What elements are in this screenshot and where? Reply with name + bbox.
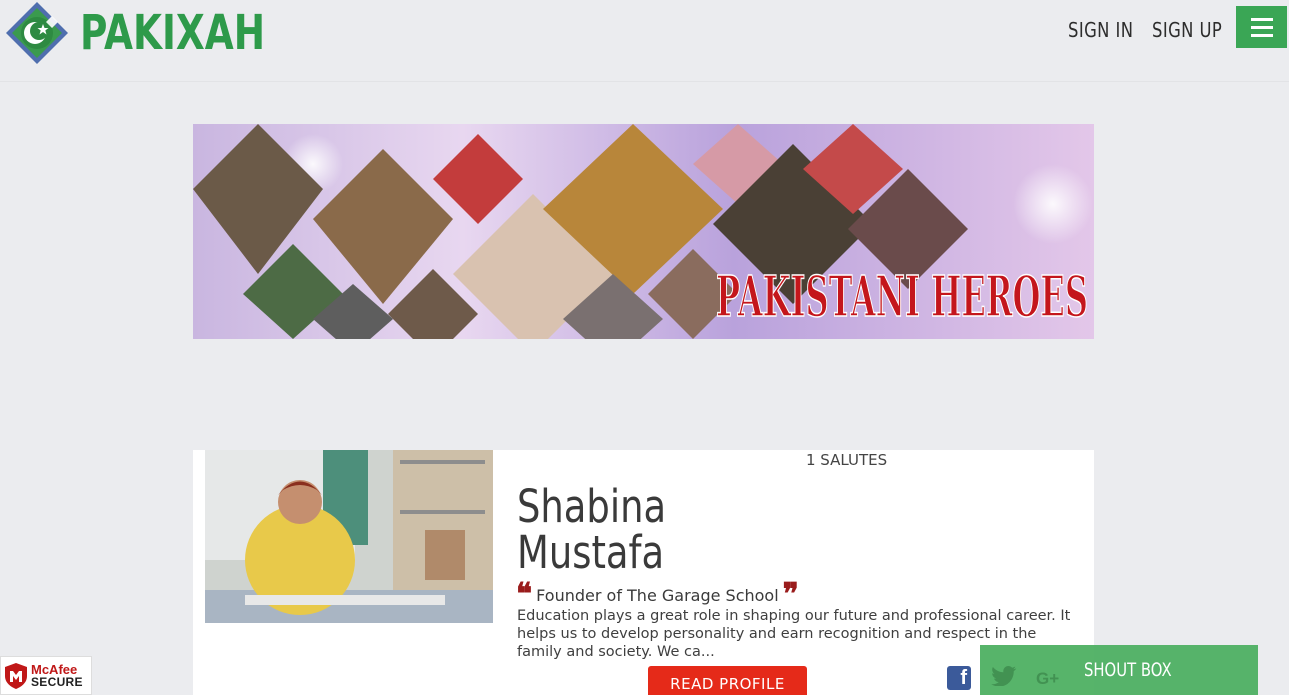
mcafee-secure-label: SECURE bbox=[31, 674, 83, 689]
profile-card: 1 SALUTES Shabina Mustafa ❝ Founder of T… bbox=[193, 450, 1094, 695]
open-quote-icon: ❝ bbox=[516, 576, 533, 612]
hamburger-menu-button[interactable] bbox=[1236, 6, 1287, 48]
profile-last-name: Mustafa bbox=[517, 526, 665, 579]
shout-box-label: SHOUT BOX bbox=[1084, 659, 1172, 681]
google-plus-icon[interactable]: G+ bbox=[1036, 669, 1059, 689]
twitter-icon[interactable] bbox=[991, 666, 1017, 686]
site-header: PAKIXAH SIGN IN SIGN UP bbox=[0, 0, 1289, 82]
salutes-count: 1 SALUTES bbox=[806, 451, 888, 469]
close-quote-icon: ❞ bbox=[782, 576, 799, 612]
profile-name[interactable]: Shabina Mustafa bbox=[517, 484, 666, 576]
profile-photo[interactable] bbox=[205, 450, 493, 623]
sign-in-link[interactable]: SIGN IN bbox=[1068, 18, 1133, 42]
heroes-banner: PAKISTANI HEROES bbox=[193, 124, 1094, 339]
profile-role: ❝ Founder of The Garage School ❞ bbox=[516, 576, 799, 612]
facebook-icon[interactable]: f bbox=[947, 666, 971, 690]
brand-name: PAKIXAH bbox=[80, 5, 266, 61]
mcafee-brand: McAfee bbox=[31, 661, 78, 677]
profile-role-text: Founder of The Garage School bbox=[536, 586, 779, 605]
banner-title: PAKISTANI HEROES bbox=[716, 264, 1088, 330]
read-profile-button[interactable]: READ PROFILE bbox=[648, 666, 807, 695]
site-logo[interactable]: PAKIXAH bbox=[6, 2, 317, 64]
shout-box[interactable]: G+ SHOUT BOX bbox=[980, 645, 1258, 695]
banner-image: PAKISTANI HEROES bbox=[193, 124, 1094, 339]
profile-first-name: Shabina bbox=[517, 480, 667, 533]
sign-up-link[interactable]: SIGN UP bbox=[1152, 18, 1222, 42]
mcafee-shield-icon bbox=[5, 662, 27, 689]
hamburger-menu-icon bbox=[1250, 17, 1273, 21]
logo-emblem bbox=[6, 2, 68, 64]
mcafee-secure-badge[interactable]: McAfee SECURE bbox=[0, 656, 92, 695]
